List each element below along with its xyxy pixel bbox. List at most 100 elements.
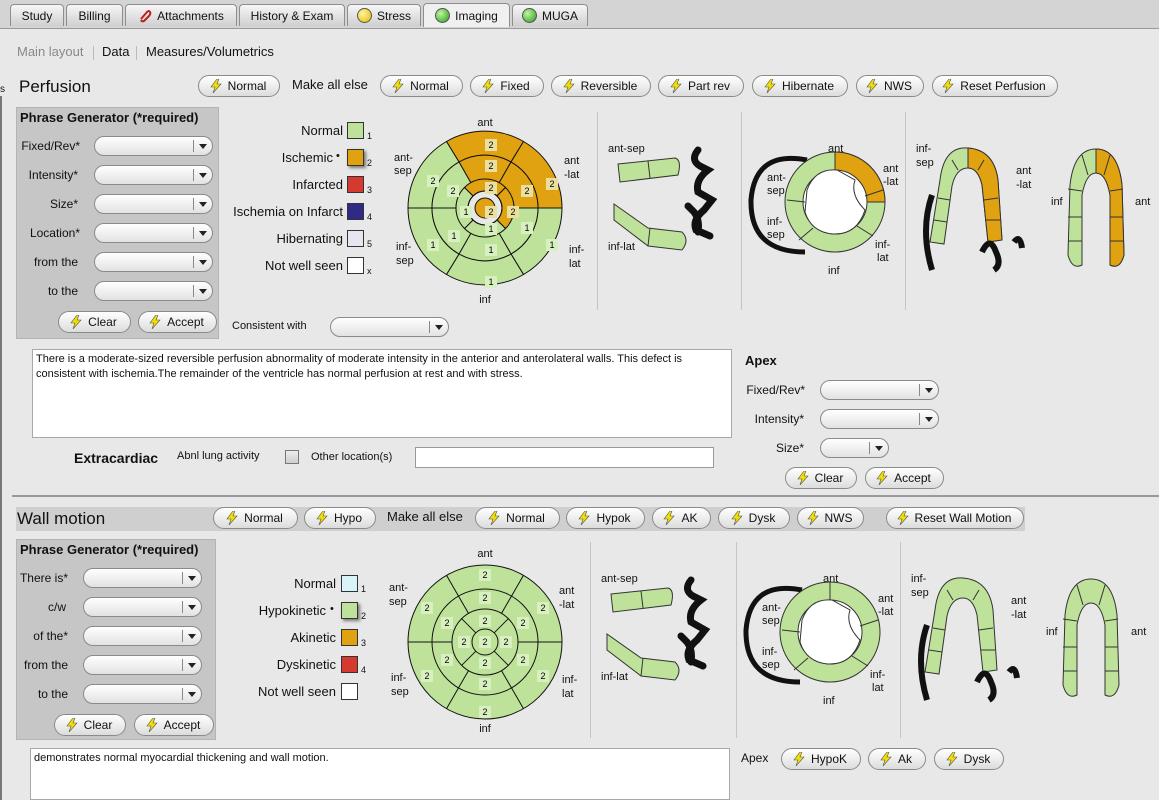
tab-stress[interactable]: Stress — [347, 4, 421, 26]
subnav-measures[interactable]: Measures/Volumetrics — [146, 44, 274, 59]
extracardiac-title: Extracardiac — [74, 450, 159, 466]
legend-wall-normal-label[interactable]: Normal — [240, 576, 336, 591]
lightning-icon — [896, 511, 909, 525]
tab-history-exam[interactable]: History & Exam — [239, 4, 345, 26]
perfusion-horizontal-long-axis-diagram[interactable]: inf ant — [1048, 145, 1159, 275]
reset-perfusion-button[interactable]: Reset Perfusion — [932, 75, 1058, 97]
legend-normal-swatch[interactable] — [347, 122, 364, 139]
apex-hypok-button[interactable]: HypoK — [781, 748, 861, 770]
apex-dysk-button[interactable]: Dysk — [934, 748, 1004, 770]
legend-wall-normal-swatch[interactable] — [341, 575, 358, 592]
perfusion-fixed-button[interactable]: Fixed — [470, 75, 544, 97]
svg-text:sep: sep — [389, 596, 407, 608]
size-select[interactable] — [94, 194, 213, 214]
apex-size-select[interactable] — [820, 438, 889, 458]
legend-akinetic-swatch[interactable] — [341, 629, 358, 646]
wall-horizontal-long-axis-diagram[interactable]: inf ant — [1043, 575, 1159, 705]
legend-ischemic-swatch[interactable] — [347, 149, 364, 166]
location-select[interactable] — [94, 223, 213, 243]
wall-motion-report-textarea[interactable]: demonstrates normal myocardial thickenin… — [30, 748, 730, 800]
perfusion-vertical-long-axis-diagram[interactable]: inf-sep ant -lat — [910, 140, 1045, 280]
legend-hypokinetic-swatch[interactable] — [341, 602, 358, 619]
perfusion-report-textarea[interactable]: There is a moderate-sized reversible per… — [32, 349, 732, 438]
svg-text:lat: lat — [872, 682, 884, 694]
apex-fixed-rev-select[interactable] — [820, 380, 939, 400]
apex-clear-button[interactable]: Clear — [785, 467, 857, 489]
apex-intensity-select[interactable] — [820, 409, 939, 429]
legend-hypokinetic-label[interactable]: Hypokinetic — [230, 603, 326, 618]
legend-wall-not-well-seen-label[interactable]: Not well seen — [230, 684, 336, 699]
there-is-select[interactable] — [83, 568, 202, 588]
legend-hibernating-label[interactable]: Hibernating — [230, 231, 344, 246]
wall-clear-button[interactable]: Clear — [54, 714, 126, 736]
wall-nws-button[interactable]: NWS — [797, 507, 864, 529]
perfusion-short-axis-diagram[interactable]: ant inf ant-sep inf-sep ant-lat inf-lat — [745, 140, 905, 280]
legend-not-well-seen-swatch[interactable] — [347, 257, 364, 274]
wall-to-the-select[interactable] — [83, 684, 202, 704]
label-inf-sep: inf- — [767, 216, 783, 228]
legend-akinetic-label[interactable]: Akinetic — [230, 630, 336, 645]
wall-hypok-button[interactable]: Hypok — [566, 507, 645, 529]
legend-normal-label[interactable]: Normal — [250, 123, 343, 138]
perfusion-accept-button[interactable]: Accept — [138, 311, 217, 333]
wall-vertical-long-axis-diagram[interactable]: inf-sep ant -lat — [905, 570, 1040, 710]
consistent-with-select[interactable] — [330, 317, 449, 337]
abnl-lung-checkbox[interactable] — [285, 450, 299, 464]
legend-infarcted-swatch[interactable] — [347, 176, 364, 193]
of-the-select[interactable] — [83, 626, 202, 646]
wall-from-the-select[interactable] — [83, 655, 202, 675]
wall-motion-bullseye-diagram[interactable]: 2 2 2 2 2 2 2 2 2 2 2 2 2 2 2 2 2 ant in… — [375, 542, 590, 737]
perfusion-all-normal-button[interactable]: Normal — [380, 75, 463, 97]
cw-select[interactable] — [83, 597, 202, 617]
legend-not-well-seen-label[interactable]: Not well seen — [230, 258, 343, 273]
legend-ischemic-label[interactable]: Ischemic — [230, 150, 333, 165]
fixed-rev-select[interactable] — [94, 136, 213, 156]
other-location-input[interactable] — [415, 447, 714, 468]
reset-wall-motion-button[interactable]: Reset Wall Motion — [886, 507, 1024, 529]
wall-short-axis-diagram[interactable]: ant inf ant-sep inf-sep ant-lat inf-lat — [740, 570, 900, 710]
from-the-select[interactable] — [94, 252, 213, 272]
lightning-icon — [797, 471, 809, 485]
label-inf: inf — [479, 294, 492, 306]
legend-infarcted-label[interactable]: Infarcted — [230, 177, 343, 192]
apex-accept-button[interactable]: Accept — [865, 467, 944, 489]
perfusion-reversible-button[interactable]: Reversible — [551, 75, 651, 97]
diagram-divider — [597, 112, 598, 310]
legend-ischemia-on-infarct-label[interactable]: Ischemia on Infarct — [222, 204, 343, 219]
perfusion-long-axis-diagram[interactable]: ant-sep inf-lat — [600, 140, 740, 265]
legend-dyskinetic-label[interactable]: Dyskinetic — [230, 657, 336, 672]
legend-ischemia-on-infarct-swatch[interactable] — [347, 203, 364, 220]
subnav-main-layout[interactable]: Main layout — [17, 44, 83, 59]
to-the-select[interactable] — [94, 281, 213, 301]
wall-ak-button[interactable]: AK — [652, 507, 711, 529]
tab-billing[interactable]: Billing — [66, 4, 123, 26]
wall-dysk-button[interactable]: Dysk — [718, 507, 790, 529]
perfusion-nws-button[interactable]: NWS — [856, 75, 924, 97]
tab-attachments[interactable]: Attachments — [125, 4, 237, 26]
tab-imaging[interactable]: Imaging — [423, 3, 510, 27]
perfusion-bullseye-diagram[interactable]: 2 2 1 1 1 2 2 2 1 1 1 2 2 2 1 1 2 ant in… — [380, 110, 595, 310]
left-edge-bar — [0, 96, 2, 800]
wall-motion-title: Wall motion — [17, 509, 106, 528]
wall-accept-button[interactable]: Accept — [134, 714, 214, 736]
perfusion-part-rev-button[interactable]: Part rev — [658, 75, 744, 97]
perfusion-normal-button[interactable]: Normal — [198, 75, 280, 97]
perfusion-hibernate-button[interactable]: Hibernate — [752, 75, 848, 97]
wall-all-normal-button[interactable]: Normal — [475, 507, 560, 529]
tab-muga[interactable]: MUGA — [512, 4, 588, 26]
legend-dyskinetic-swatch[interactable] — [341, 656, 358, 673]
wall-normal-button[interactable]: Normal — [213, 507, 298, 529]
label-ant: ant — [1131, 626, 1146, 638]
wall-long-axis-diagram[interactable]: ant-sep inf-lat — [595, 570, 735, 695]
legend-hibernating-swatch[interactable] — [347, 230, 364, 247]
there-is-label: There is* — [19, 571, 68, 585]
label-ant: ant — [1135, 196, 1150, 208]
legend-wall-not-well-seen-swatch[interactable] — [341, 683, 358, 700]
tab-study[interactable]: Study — [10, 4, 64, 26]
intensity-select[interactable] — [94, 165, 213, 185]
perfusion-clear-button[interactable]: Clear — [58, 311, 131, 333]
subnav-data[interactable]: Data — [102, 44, 129, 59]
abnl-lung-label: Abnl lung activity — [177, 450, 260, 462]
apex-ak-button[interactable]: Ak — [868, 748, 926, 770]
wall-hypo-button[interactable]: Hypo — [304, 507, 376, 529]
